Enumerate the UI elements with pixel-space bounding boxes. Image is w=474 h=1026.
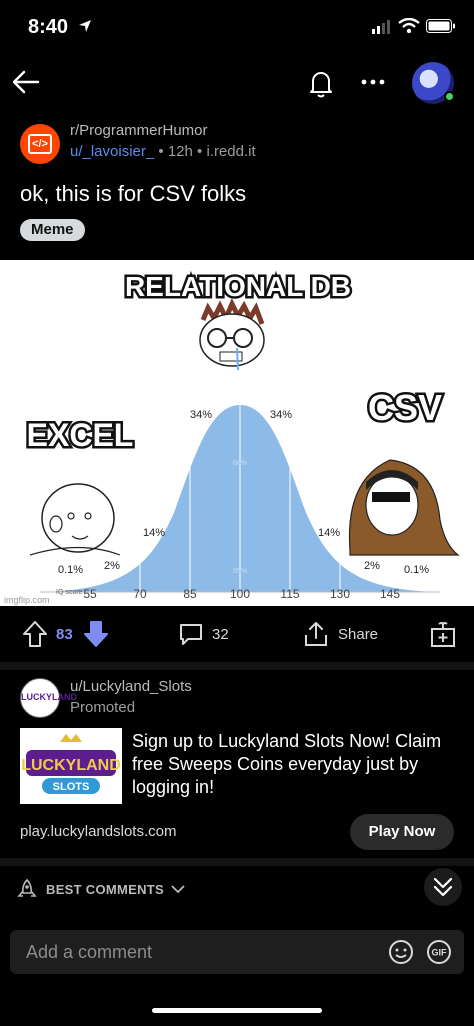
- comment-input[interactable]: [26, 938, 376, 966]
- inner-68: 68%: [233, 460, 247, 467]
- promoted-tag: Promoted: [70, 699, 136, 716]
- gif-icon[interactable]: GIF: [426, 939, 452, 965]
- online-status-dot: [444, 91, 455, 102]
- tick-label: 70: [133, 587, 147, 601]
- ad-logo-luckyland: LUCKYLAND: [21, 757, 121, 774]
- award-button[interactable]: [430, 620, 456, 648]
- inner-95: 95%: [233, 568, 247, 575]
- notification-bell-icon[interactable]: [304, 66, 338, 100]
- battery-icon: [426, 19, 455, 33]
- status-time: 8:40: [28, 16, 69, 38]
- comment-icon: [180, 624, 202, 645]
- percent-label: 14%: [318, 527, 340, 539]
- percent-label: 2%: [364, 560, 380, 572]
- percent-label: 2%: [104, 560, 120, 572]
- share-button[interactable]: Share: [302, 620, 378, 648]
- comment-sort-button[interactable]: BEST COMMENTS: [16, 878, 186, 900]
- upvote-icon[interactable]: [22, 620, 48, 648]
- meme-graphic: RELATIONAL DB EXCEL CSV 0.1% 2% 14% 34% …: [4, 269, 460, 605]
- tick-label: 145: [380, 587, 400, 601]
- comments-sort-bar: BEST COMMENTS: [0, 866, 474, 914]
- comment-count: 32: [212, 625, 229, 643]
- section-divider: [0, 858, 474, 866]
- post-domain[interactable]: i.redd.it: [206, 143, 255, 160]
- user-avatar[interactable]: [412, 62, 455, 104]
- simpleton-character: [29, 483, 121, 556]
- comment-composer: GIF: [10, 930, 464, 974]
- tick-label: 55: [83, 587, 97, 601]
- tick-label: 100: [230, 587, 250, 601]
- home-indicator: [152, 1008, 322, 1013]
- cellular-signal-icon: [372, 20, 390, 34]
- more-options-icon[interactable]: [358, 70, 388, 94]
- location-arrow-icon: [79, 20, 91, 32]
- play-now-button[interactable]: Play Now: [350, 814, 454, 850]
- double-chevron-down-icon: [433, 877, 453, 897]
- top-navigation: [0, 56, 474, 112]
- comments-button[interactable]: 32: [178, 620, 229, 648]
- post-flair[interactable]: Meme: [20, 219, 85, 241]
- percent-label: 0.1%: [58, 564, 83, 576]
- chevron-down-icon: [171, 885, 185, 894]
- tick-label: 130: [330, 587, 350, 601]
- advertiser-name[interactable]: u/Luckyland_Slots: [70, 678, 192, 695]
- axis-title: IQ score: [56, 589, 83, 596]
- post-actions: 83 32 Share: [0, 606, 474, 662]
- ad-text[interactable]: Sign up to Luckyland Slots Now! Claim fr…: [132, 730, 452, 799]
- status-bar: 8:40: [0, 0, 474, 56]
- percent-label: 14%: [143, 527, 165, 539]
- hooded-character: [348, 459, 460, 556]
- advertiser-logo-text: LUCKYLAND: [21, 692, 77, 702]
- back-arrow-icon[interactable]: [8, 64, 44, 100]
- advertiser-logo[interactable]: LUCKYLAND: [20, 678, 77, 718]
- label-excel: EXCEL: [27, 417, 134, 453]
- post-title[interactable]: ok, this is for CSV folks: [20, 181, 246, 207]
- emoji-icon[interactable]: [388, 939, 414, 965]
- tick-label: 115: [280, 587, 299, 601]
- svg-text:GIF: GIF: [432, 948, 448, 958]
- subreddit-name[interactable]: r/ProgrammerHumor: [70, 122, 208, 139]
- section-divider: [0, 662, 474, 670]
- watermark: imgflip.com: [4, 595, 50, 605]
- jump-to-next-comment-button[interactable]: [424, 868, 462, 906]
- share-label: Share: [338, 625, 379, 643]
- percent-label: 34%: [190, 409, 212, 421]
- share-icon: [305, 622, 327, 646]
- downvote-icon[interactable]: [83, 620, 109, 648]
- vote-score: 83: [56, 625, 73, 643]
- label-relational-db: RELATIONAL DB: [125, 271, 351, 302]
- post-image[interactable]: RELATIONAL DB EXCEL CSV 0.1% 2% 14% 34% …: [0, 260, 474, 606]
- post-age: 12h: [167, 143, 193, 160]
- rocket-icon: [17, 878, 37, 897]
- ad-logo-slots: SLOTS: [53, 781, 90, 793]
- comment-sort-label: BEST COMMENTS: [46, 881, 165, 897]
- vote-group: 83: [22, 620, 109, 648]
- post-author[interactable]: u/_lavoisier_: [70, 143, 154, 160]
- percent-label: 0.1%: [404, 564, 429, 576]
- ad-url[interactable]: play.luckylandslots.com: [20, 823, 176, 840]
- post-header: </> r/ProgrammerHumor u/_lavoisier_ • 12…: [0, 118, 474, 174]
- ad-image[interactable]: LUCKYLAND SLOTS: [20, 728, 122, 804]
- label-csv: CSV: [368, 387, 442, 428]
- tick-label: 85: [183, 587, 197, 601]
- wifi-icon: [398, 18, 420, 34]
- nerd-character: [199, 298, 265, 371]
- award-gift-icon: [431, 621, 455, 647]
- percent-label: 34%: [270, 409, 292, 421]
- promoted-header: LUCKYLAND u/Luckyland_Slots Promoted: [0, 674, 474, 724]
- subreddit-icon[interactable]: </>: [20, 124, 60, 164]
- post-meta: u/_lavoisier_ • 12h • i.redd.it: [70, 143, 256, 160]
